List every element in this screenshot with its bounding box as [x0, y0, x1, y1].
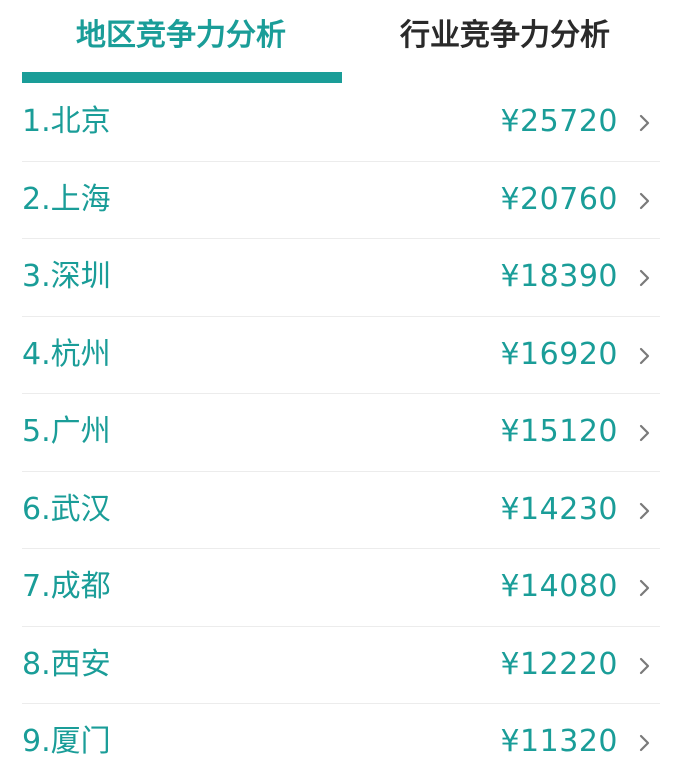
list-item-label: 9.厦门: [22, 724, 111, 759]
chevron-right-icon: [634, 501, 654, 521]
list-item-value: ¥20760: [500, 181, 618, 217]
list-item-value: ¥15120: [500, 414, 618, 449]
list-item[interactable]: 5.广州 ¥15120: [22, 394, 660, 472]
list-item-value: ¥11320: [500, 724, 618, 759]
chevron-right-icon: [634, 113, 654, 133]
list-item-label: 4.杭州: [22, 336, 111, 372]
chevron-right-icon: [634, 268, 654, 288]
list-item-label: 2.上海: [22, 181, 111, 217]
page: 地区竞争力分析 行业竞争力分析 1.北京 ¥25720 2.上海 ¥20760 …: [0, 0, 678, 771]
chevron-right-icon: [634, 423, 654, 443]
tab-bar: 地区竞争力分析 行业竞争力分析: [0, 0, 678, 84]
list-item[interactable]: 1.北京 ¥25720: [22, 84, 660, 162]
list-item[interactable]: 7.成都 ¥14080: [22, 549, 660, 627]
list-item-value: ¥25720: [500, 104, 618, 139]
list-item[interactable]: 9.厦门 ¥11320: [22, 704, 660, 771]
list-item-label: 3.深圳: [22, 259, 111, 294]
list-item[interactable]: 4.杭州 ¥16920: [22, 317, 660, 394]
list-item[interactable]: 8.西安 ¥12220: [22, 627, 660, 704]
list-item-value: ¥16920: [500, 336, 618, 372]
chevron-right-icon: [634, 191, 654, 211]
list-item-value: ¥18390: [500, 259, 618, 294]
tab-industry-competitiveness[interactable]: 行业竞争力分析: [360, 14, 650, 58]
list-item[interactable]: 6.武汉 ¥14230: [22, 472, 660, 549]
tab-region-competitiveness[interactable]: 地区竞争力分析: [22, 14, 340, 58]
list-item[interactable]: 3.深圳 ¥18390: [22, 239, 660, 317]
list-item-label: 8.西安: [22, 646, 111, 682]
active-tab-indicator: [22, 72, 342, 83]
chevron-right-icon: [634, 346, 654, 366]
list-item-value: ¥14080: [500, 569, 618, 604]
list-item-label: 6.武汉: [22, 491, 111, 527]
list-item-value: ¥14230: [500, 491, 618, 527]
city-ranking-list: 1.北京 ¥25720 2.上海 ¥20760 3.深圳 ¥18390 4.杭州…: [22, 84, 660, 771]
list-item-label: 1.北京: [22, 104, 111, 139]
list-item-value: ¥12220: [500, 646, 618, 682]
chevron-right-icon: [634, 578, 654, 598]
chevron-right-icon: [634, 656, 654, 676]
list-item[interactable]: 2.上海 ¥20760: [22, 162, 660, 239]
list-item-label: 7.成都: [22, 569, 111, 604]
chevron-right-icon: [634, 733, 654, 753]
list-item-label: 5.广州: [22, 414, 111, 449]
